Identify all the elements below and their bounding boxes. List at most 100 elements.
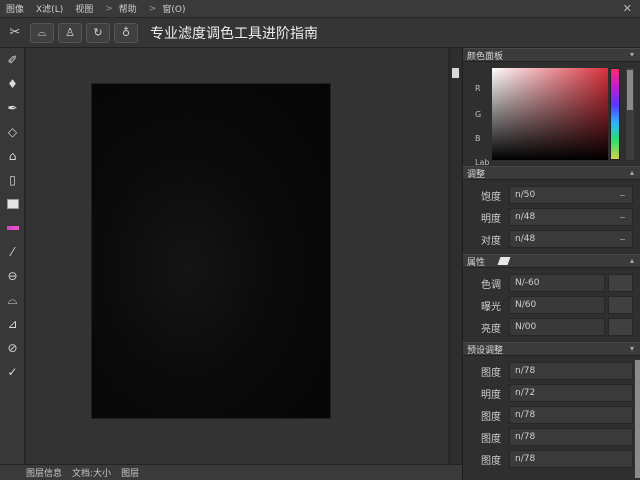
color-picker: R G B Lab bbox=[463, 62, 640, 167]
scroll-thumb[interactable] bbox=[452, 68, 459, 78]
menu-separator: > bbox=[148, 3, 157, 14]
saturation-field[interactable] bbox=[492, 68, 608, 160]
row-value[interactable]: n/50 bbox=[515, 190, 535, 200]
burn-icon[interactable]: ⊿ bbox=[0, 312, 25, 336]
clone-option-button[interactable]: ♙ bbox=[58, 22, 82, 43]
row-label: 饱度 bbox=[481, 191, 501, 203]
pipette-icon[interactable]: ⁄ bbox=[0, 240, 25, 264]
menu-separator: > bbox=[105, 3, 113, 14]
property-row[interactable]: 色调 N/-60 bbox=[463, 272, 640, 294]
document-canvas[interactable] bbox=[92, 84, 330, 418]
adjust-panel-header[interactable]: 调整 ▴ bbox=[463, 166, 640, 180]
dodge-icon[interactable]: ⊘ bbox=[0, 336, 25, 360]
menu-filter[interactable]: X滤(L) bbox=[36, 2, 63, 15]
channel-label: B bbox=[475, 134, 481, 143]
options-bar: ✂ ⌓ ♙ ↻ ♁ 专业滤度调色工具进阶指南 bbox=[0, 18, 640, 48]
document-title: 专业滤度调色工具进阶指南 bbox=[150, 25, 318, 42]
right-panel: 颜色面板 ▾ R G B Lab 调整 ▴ 饱度 n/50 − 明度 n/48 … bbox=[462, 48, 640, 480]
stamp-icon[interactable]: ▯ bbox=[0, 168, 25, 192]
close-icon[interactable]: ✕ bbox=[623, 2, 632, 15]
status-bar: 图层信息 文档:大小 图层 bbox=[0, 464, 462, 480]
row-value[interactable]: n/78 bbox=[515, 454, 535, 464]
panel-scrollbar[interactable] bbox=[626, 68, 634, 160]
adjust-row[interactable]: 对度 n/48 − bbox=[463, 228, 640, 250]
row-label: 图度 bbox=[481, 433, 501, 445]
row-label: 图度 bbox=[481, 367, 501, 379]
preset-row[interactable]: 图度 n/78 bbox=[463, 426, 640, 448]
rectangle-icon[interactable] bbox=[0, 192, 25, 216]
adjust-row[interactable]: 明度 n/48 − bbox=[463, 206, 640, 228]
preset-row[interactable]: 图度 n/78 bbox=[463, 360, 640, 382]
pen-icon[interactable]: ✒ bbox=[0, 96, 25, 120]
row-label: 色调 bbox=[481, 279, 501, 291]
drop-icon[interactable]: ♦ bbox=[0, 72, 25, 96]
row-label: 明度 bbox=[481, 389, 501, 401]
collapse-icon[interactable]: ▾ bbox=[630, 344, 634, 353]
properties-panel-title: 属性 bbox=[467, 257, 486, 268]
preset-row[interactable]: 图度 n/78 bbox=[463, 404, 640, 426]
adjust-panel-title: 调整 bbox=[467, 169, 486, 180]
minus-icon[interactable]: − bbox=[619, 213, 626, 222]
row-label: 图度 bbox=[481, 455, 501, 467]
property-row[interactable]: 亮度 N/00 bbox=[463, 316, 640, 338]
minus-icon[interactable]: − bbox=[619, 191, 626, 200]
color-panel-header[interactable]: 颜色面板 ▾ bbox=[463, 48, 640, 62]
collapse-icon[interactable]: ▴ bbox=[630, 256, 634, 265]
row-value[interactable]: N/00 bbox=[515, 322, 536, 332]
collapse-icon[interactable]: ▾ bbox=[630, 50, 634, 59]
channel-label: G bbox=[475, 110, 482, 119]
menu-image[interactable]: 图像 bbox=[6, 2, 24, 15]
menu-window[interactable]: 窗(O) bbox=[162, 2, 185, 15]
row-label: 亮度 bbox=[481, 323, 501, 335]
row-value[interactable]: N/60 bbox=[515, 300, 536, 310]
eraser-icon[interactable]: ⊖ bbox=[0, 264, 25, 288]
swatch-box[interactable] bbox=[608, 274, 633, 292]
menu-view[interactable]: 视图 bbox=[75, 2, 93, 15]
properties-panel-header[interactable]: 属性 ▴ bbox=[463, 254, 640, 268]
property-row[interactable]: 曝光 N/60 bbox=[463, 294, 640, 316]
scroll-thumb[interactable] bbox=[627, 70, 633, 110]
row-value[interactable]: n/78 bbox=[515, 410, 535, 420]
tools-panel: ✐ ♦ ✒ ◇ ⌂ ▯ ⁄ ⊖ ⌓ ⊿ ⊘ ✓ bbox=[0, 48, 25, 464]
row-value[interactable]: n/48 bbox=[515, 212, 535, 222]
row-label: 对度 bbox=[481, 235, 501, 247]
presets-panel-header[interactable]: 预设调整 ▾ bbox=[463, 342, 640, 356]
row-value[interactable]: n/78 bbox=[515, 366, 535, 376]
lasso-option-button[interactable]: ⌓ bbox=[30, 22, 54, 43]
row-value[interactable]: n/72 bbox=[515, 388, 535, 398]
presets-panel-title: 预设调整 bbox=[467, 345, 504, 356]
rotate-option-button[interactable]: ↻ bbox=[86, 22, 110, 43]
channel-label: R bbox=[475, 84, 481, 93]
row-label: 明度 bbox=[481, 213, 501, 225]
row-value[interactable]: N/-60 bbox=[515, 278, 539, 288]
status-layer: 图层 bbox=[121, 469, 140, 479]
status-doc-size[interactable]: 文档:大小 bbox=[72, 466, 111, 479]
minus-icon[interactable]: − bbox=[619, 235, 626, 244]
smudge-icon[interactable]: ✓ bbox=[0, 360, 25, 384]
swatch-box[interactable] bbox=[608, 318, 633, 336]
preset-row[interactable]: 图度 n/78 bbox=[463, 448, 640, 470]
tool-preset-icon[interactable]: ✂ bbox=[4, 22, 26, 44]
menu-bar: 图像 X滤(L) 视图 > 帮助 > 窗(O) ✕ bbox=[0, 0, 640, 18]
hue-slider[interactable] bbox=[610, 68, 620, 160]
bucket-icon[interactable]: ⌂ bbox=[0, 144, 25, 168]
collapse-icon[interactable]: ▴ bbox=[630, 168, 634, 177]
swatch-icon[interactable] bbox=[0, 216, 25, 240]
panel-scrollbar[interactable] bbox=[635, 360, 640, 478]
row-label: 曝光 bbox=[481, 301, 501, 313]
swatch-box[interactable] bbox=[608, 296, 633, 314]
canvas-area[interactable] bbox=[26, 48, 448, 464]
status-layer-info: 图层信息 bbox=[26, 469, 63, 479]
color-panel-title: 颜色面板 bbox=[467, 51, 504, 62]
row-value[interactable]: n/78 bbox=[515, 432, 535, 442]
preset-row[interactable]: 明度 n/72 bbox=[463, 382, 640, 404]
adjust-row[interactable]: 饱度 n/50 − bbox=[463, 184, 640, 206]
blend-option-button[interactable]: ♁ bbox=[114, 22, 138, 43]
brush-icon[interactable]: ✐ bbox=[0, 48, 25, 72]
tag-icon[interactable] bbox=[497, 257, 511, 265]
canvas-scrollbar[interactable] bbox=[449, 48, 461, 464]
history-icon[interactable]: ⌓ bbox=[0, 288, 25, 312]
tag-icon[interactable]: ◇ bbox=[0, 120, 25, 144]
menu-help[interactable]: 帮助 bbox=[119, 2, 137, 15]
row-value[interactable]: n/48 bbox=[515, 234, 535, 244]
